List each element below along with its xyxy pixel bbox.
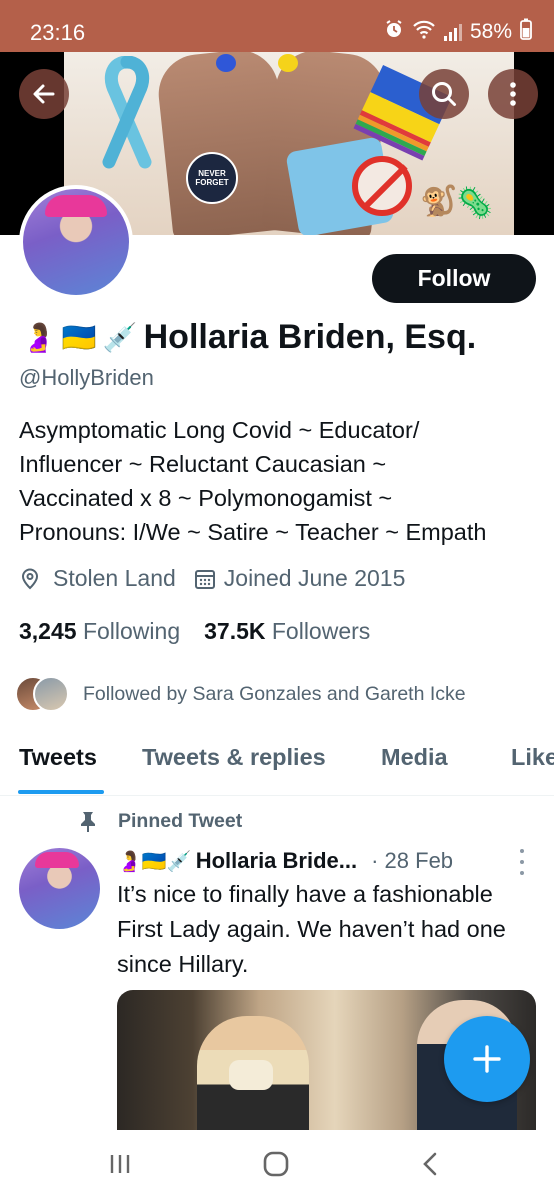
tweet-header: 🤰🇺🇦💉 Hollaria Bride... · 28 Feb [117,848,453,874]
tab-media[interactable]: Media [381,744,448,771]
following-label: Following [82,618,181,644]
name-emoji-2: 🇺🇦 [61,322,97,353]
author-emojis: 🤰🇺🇦💉 [117,850,192,873]
tweet-text-line: since Hillary. [117,951,249,977]
awareness-ribbon-icon [102,56,152,169]
followers-label: Followers [271,618,371,644]
tab-tweets-replies[interactable]: Tweets & replies [142,744,326,771]
tweet-more-icon[interactable] [518,849,526,875]
profile-avatar[interactable] [19,185,133,299]
followed-by[interactable]: Followed by Sara Gonzales and Gareth Ick… [15,676,466,712]
chevron-left-icon [423,1152,437,1176]
more-button[interactable] [488,69,538,119]
tweet-text-line: First Lady again. We haven’t had one [117,916,506,942]
system-back-button[interactable] [410,1148,450,1180]
home-button[interactable] [256,1148,296,1180]
compose-tweet-button[interactable] [444,1016,530,1102]
tweet-text-line: It’s nice to finally have a fashionable [117,881,493,907]
profile-tabs: Tweets Tweets & replies Media Likes [0,728,554,796]
calendar-icon [194,569,215,589]
profile-bio: Asymptomatic Long Covid ~ Educator/ Infl… [19,413,544,549]
followed-by-avatars [15,676,71,712]
badge-line-2: FORGET [195,178,229,187]
followers-link[interactable]: 37.5K Followers [204,618,370,645]
plus-icon [473,1045,501,1073]
battery-icon [520,18,532,46]
display-name: 🤰 🇺🇦 💉 Hollaria Briden, Esq. [21,318,476,357]
location-text: Stolen Land [53,565,176,591]
search-icon [432,82,456,106]
bio-line: Influencer ~ Reluctant Caucasian ~ [19,451,387,477]
recent-apps-icon [110,1155,130,1173]
pinned-label: Pinned Tweet [118,810,243,832]
alarm-icon [384,19,404,45]
signal-icon [443,23,462,41]
monkey-emoji: 🐒 [420,185,458,218]
home-icon [263,1151,289,1177]
tab-tweets[interactable]: Tweets [19,744,97,771]
system-nav-bar [0,1130,554,1200]
toenail-blue [216,54,236,72]
bio-line: Vaccinated x 8 ~ Polymonogamist ~ [19,485,393,511]
pin-icon [81,811,95,832]
never-forget-badge: NEVER FORGET [186,152,238,204]
pinned-indicator: Pinned Tweet [78,810,242,833]
bio-line: Asymptomatic Long Covid ~ Educator/ [19,417,420,443]
following-link[interactable]: 3,245 Following [19,618,180,645]
virus-emoji: 🦠 [456,187,494,220]
search-button[interactable] [419,69,469,119]
tweet-text: It’s nice to finally have a fashionable … [117,877,542,982]
badge-line-1: NEVER [198,169,226,178]
location-icon [21,568,39,589]
bio-line: Pronouns: I/We ~ Satire ~ Teacher ~ Empa… [19,519,487,545]
tweet-author-name[interactable]: Hollaria Bride... [196,848,357,874]
battery-percent: 58% [469,20,512,43]
profile-handle: @HollyBriden [19,365,154,390]
avatar [33,676,69,712]
following-count: 3,245 [19,618,77,644]
followers-count: 37.5K [204,618,266,644]
tab-likes[interactable]: Likes [511,744,554,771]
joined-text: Joined June 2015 [223,565,406,591]
more-vertical-icon [510,82,516,106]
follow-counts: 3,245 Following 37.5K Followers [19,618,370,645]
status-bar: 23:16 58% [0,0,554,52]
toenail-yellow [278,54,298,72]
status-icons: 58% [384,18,532,46]
followed-by-text: Followed by Sara Gonzales and Gareth Ick… [83,682,466,705]
photo-mask [229,1060,273,1090]
status-time: 23:16 [30,20,86,45]
tweet-author-avatar[interactable] [19,848,100,929]
prohibited-sign-icon [352,156,412,216]
wifi-icon [412,19,436,45]
tweet-date[interactable]: · 28 Feb [371,848,453,874]
back-arrow-icon [33,84,55,104]
back-button[interactable] [19,69,69,119]
name-emoji-3: 💉 [102,322,138,353]
active-tab-indicator [18,790,104,794]
name-emoji-1: 🤰 [21,322,56,353]
recent-apps-button[interactable] [100,1148,140,1180]
follow-button[interactable]: Follow [372,254,536,303]
profile-meta: Stolen Land Joined June 2015 [19,565,405,592]
display-name-text: Hollaria Briden, Esq. [143,318,477,356]
